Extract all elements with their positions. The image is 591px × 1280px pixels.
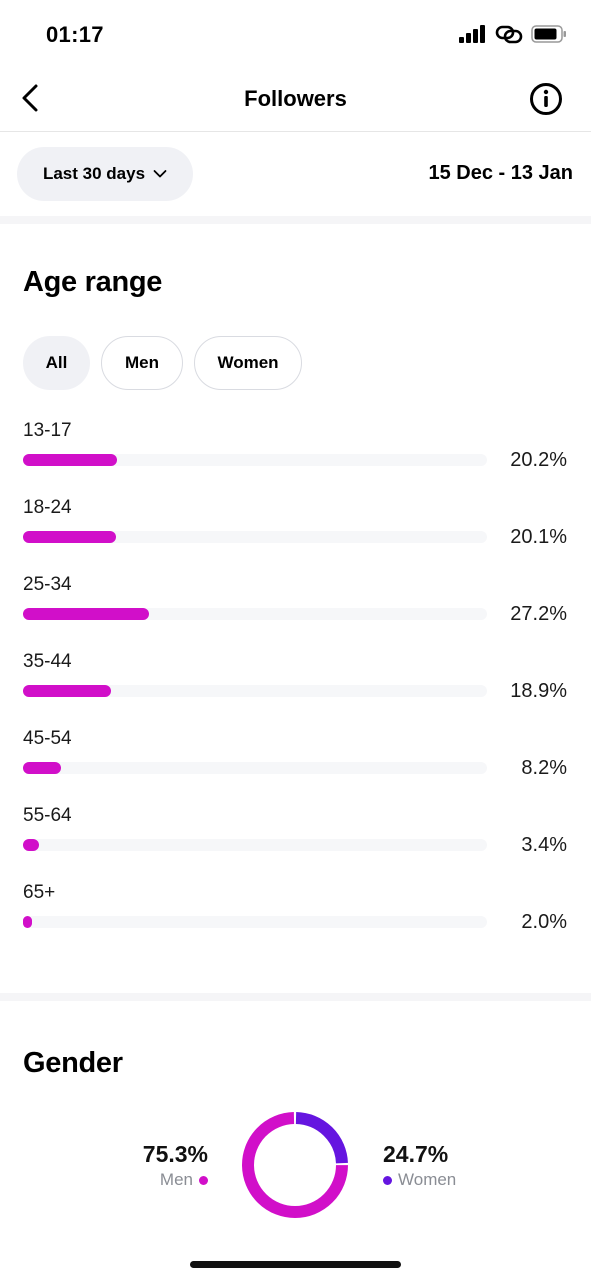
age-label: 18-24 <box>23 497 72 518</box>
age-row: 13-17 20.2% <box>0 420 591 480</box>
section-divider <box>0 216 591 224</box>
age-label: 35-44 <box>23 651 72 672</box>
age-percent: 20.1% <box>510 526 567 548</box>
women-slice <box>295 1112 348 1164</box>
age-percent: 18.9% <box>510 680 567 702</box>
age-bar-track <box>23 839 487 851</box>
status-icons <box>459 24 567 44</box>
men-dot <box>199 1175 208 1185</box>
age-row: 25-34 27.2% <box>0 574 591 634</box>
age-percent: 3.4% <box>521 834 567 856</box>
filter-row: Last 30 days 15 Dec - 13 Jan <box>0 132 591 216</box>
status-bar: 01:17 <box>0 0 591 66</box>
gender-men-summary: 75.3% Men <box>143 1141 208 1190</box>
age-percent: 20.2% <box>510 449 567 471</box>
women-dot <box>383 1175 392 1185</box>
men-percent: 75.3% <box>142 1141 208 1167</box>
women-label: Women <box>398 1170 457 1189</box>
gender-chart: 75.3% Men 24.7% Women <box>0 1105 591 1235</box>
tab-men[interactable]: Men <box>101 336 183 390</box>
link-icon <box>495 25 523 44</box>
gender-donut-chart <box>242 1112 348 1218</box>
age-bar-track <box>23 608 487 620</box>
status-time: 01:17 <box>46 22 104 47</box>
age-bar-fill <box>23 685 111 697</box>
men-legend: Men <box>143 1170 208 1190</box>
tab-women[interactable]: Women <box>194 336 302 390</box>
age-label: 65+ <box>23 882 56 903</box>
age-bar-fill <box>23 839 39 851</box>
women-legend: Women <box>383 1170 456 1190</box>
age-bar-track <box>23 531 487 543</box>
age-label: 13-17 <box>23 420 72 441</box>
age-label: 55-64 <box>23 805 72 826</box>
age-bar-fill <box>23 762 62 774</box>
info-button[interactable] <box>527 80 565 118</box>
age-bar-track <box>23 454 487 466</box>
age-row: 18-24 20.1% <box>0 497 591 557</box>
cellular-signal-icon <box>459 25 485 43</box>
gender-women-summary: 24.7% Women <box>383 1141 456 1190</box>
home-indicator <box>190 1261 401 1268</box>
age-percent: 8.2% <box>521 757 567 779</box>
section-divider <box>0 993 591 1001</box>
age-row: 45-54 8.2% <box>0 728 591 788</box>
age-range-title: Age range <box>23 266 163 298</box>
women-percent: 24.7% <box>383 1141 449 1167</box>
age-bar-fill <box>23 916 33 928</box>
age-bar-track <box>23 685 487 697</box>
age-bar-track <box>23 762 487 774</box>
age-percent: 27.2% <box>510 603 567 625</box>
age-label: 25-34 <box>23 574 72 595</box>
page-title: Followers <box>244 86 347 111</box>
age-label: 45-54 <box>23 728 72 749</box>
age-row: 55-64 3.4% <box>0 805 591 865</box>
age-percent: 2.0% <box>521 911 567 933</box>
men-label: Men <box>159 1170 193 1189</box>
period-dropdown[interactable]: Last 30 days <box>17 147 193 201</box>
age-bar-fill <box>23 454 117 466</box>
age-row: 65+ 2.0% <box>0 882 591 942</box>
age-row: 35-44 18.9% <box>0 651 591 711</box>
gender-title: Gender <box>23 1047 123 1079</box>
chevron-down-icon <box>153 170 167 178</box>
age-bar-fill <box>23 608 150 620</box>
age-bar-fill <box>23 531 117 543</box>
period-label: Last 30 days <box>42 164 146 183</box>
date-range: 15 Dec - 13 Jan <box>428 162 573 184</box>
nav-bar: Followers <box>0 66 591 132</box>
battery-icon <box>531 25 566 43</box>
age-bar-track <box>23 916 487 928</box>
tab-all[interactable]: All <box>23 336 90 390</box>
info-icon <box>530 83 562 115</box>
